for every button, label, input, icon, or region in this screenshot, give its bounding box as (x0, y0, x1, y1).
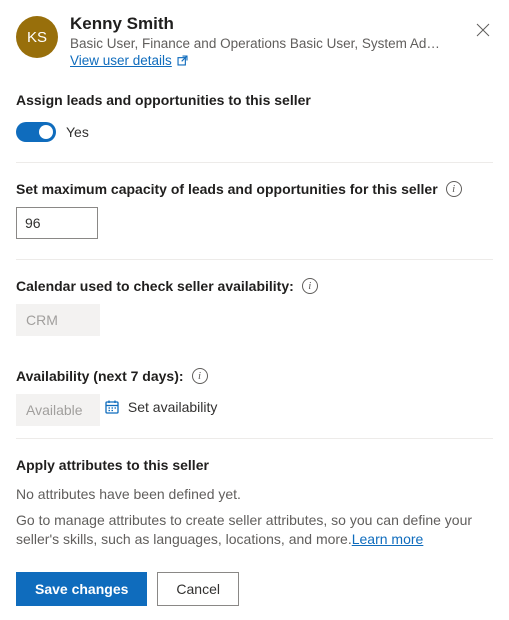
assign-label: Assign leads and opportunities to this s… (16, 92, 493, 108)
capacity-label: Set maximum capacity of leads and opport… (16, 181, 438, 197)
user-block: Kenny Smith Basic User, Finance and Oper… (70, 14, 493, 68)
calendar-block: Calendar used to check seller availabili… (16, 278, 493, 348)
availability-label: Availability (next 7 days): (16, 368, 184, 384)
assign-toggle-row: Yes (16, 122, 493, 142)
user-roles: Basic User, Finance and Operations Basic… (70, 36, 450, 51)
info-icon[interactable]: i (446, 181, 462, 197)
footer: Save changes Cancel (16, 572, 493, 606)
view-user-details-link[interactable]: View user details (70, 53, 189, 68)
user-header: KS Kenny Smith Basic User, Finance and O… (16, 14, 493, 68)
learn-more-link[interactable]: Learn more (352, 531, 424, 547)
save-button[interactable]: Save changes (16, 572, 147, 606)
capacity-input[interactable] (16, 207, 98, 239)
attributes-hint: Go to manage attributes to create seller… (16, 511, 493, 550)
availability-value: Available (16, 394, 100, 426)
view-user-details-label: View user details (70, 53, 172, 68)
calendar-label: Calendar used to check seller availabili… (16, 278, 294, 294)
close-icon (476, 23, 490, 37)
divider (16, 259, 493, 260)
avatar: KS (16, 16, 58, 58)
attributes-heading: Apply attributes to this seller (16, 457, 493, 473)
calendar-icon (104, 399, 120, 415)
availability-block: Availability (next 7 days): i Available … (16, 368, 493, 438)
user-name: Kenny Smith (70, 14, 493, 34)
divider (16, 438, 493, 439)
info-icon[interactable]: i (302, 278, 318, 294)
capacity-block: Set maximum capacity of leads and opport… (16, 181, 493, 239)
close-button[interactable] (471, 18, 495, 42)
attributes-empty: No attributes have been defined yet. (16, 485, 493, 505)
calendar-value: CRM (16, 304, 100, 336)
set-availability-link[interactable]: Set availability (104, 399, 218, 415)
set-availability-label: Set availability (128, 399, 218, 415)
attributes-block: Apply attributes to this seller No attri… (16, 457, 493, 550)
open-external-icon (176, 54, 189, 67)
divider (16, 162, 493, 163)
cancel-button[interactable]: Cancel (157, 572, 239, 606)
info-icon[interactable]: i (192, 368, 208, 384)
assign-toggle[interactable] (16, 122, 56, 142)
assign-toggle-value: Yes (66, 124, 89, 140)
